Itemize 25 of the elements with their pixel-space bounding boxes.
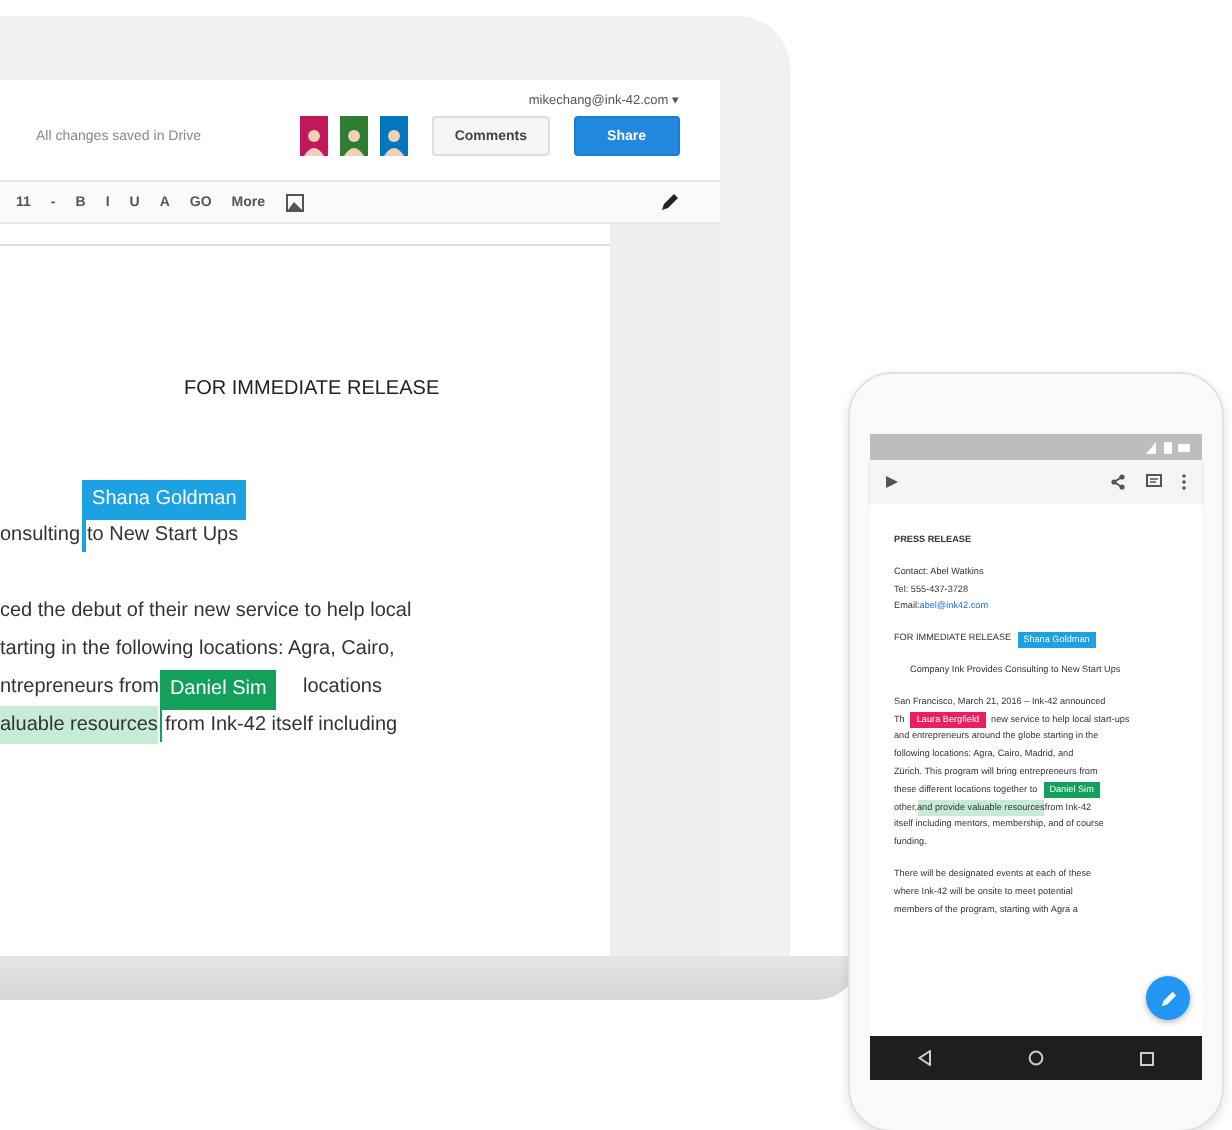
document-text: ntrepreneurs from bbox=[0, 674, 159, 702]
recents-icon[interactable] bbox=[1140, 1051, 1154, 1065]
image-icon[interactable] bbox=[285, 193, 304, 211]
document-heading: FOR IMMEDIATE RELEASE bbox=[182, 378, 442, 400]
share-icon[interactable] bbox=[1110, 474, 1126, 490]
pencil-icon bbox=[1159, 989, 1177, 1007]
document-text: locations bbox=[302, 674, 382, 702]
comment-icon[interactable] bbox=[1146, 474, 1162, 490]
home-icon[interactable] bbox=[1028, 1050, 1044, 1066]
edit-button[interactable] bbox=[1146, 976, 1190, 1020]
document-text: to New Start Ups bbox=[87, 522, 239, 550]
signal-icon bbox=[1146, 441, 1190, 453]
document-text: ced the debut of their new service to help local bbox=[0, 598, 412, 626]
document-text: from Ink-42 itself including bbox=[164, 712, 398, 740]
user-avatar[interactable] bbox=[380, 116, 409, 156]
user-avatar[interactable] bbox=[340, 116, 369, 156]
collaborator-name-tag: Shana Goldman bbox=[82, 479, 247, 519]
collaborator-name-tag: Daniel Sim bbox=[159, 669, 277, 709]
document-text: tarting in the following locations: Agra, Cairo, bbox=[0, 636, 395, 664]
back-icon[interactable] bbox=[918, 1050, 932, 1066]
pencil-icon[interactable] bbox=[660, 192, 680, 212]
highlighted-text: aluable resources bbox=[0, 706, 158, 744]
user-avatar[interactable] bbox=[300, 116, 329, 156]
play-icon[interactable] bbox=[886, 476, 898, 488]
document-text: onsulting bbox=[0, 522, 81, 550]
